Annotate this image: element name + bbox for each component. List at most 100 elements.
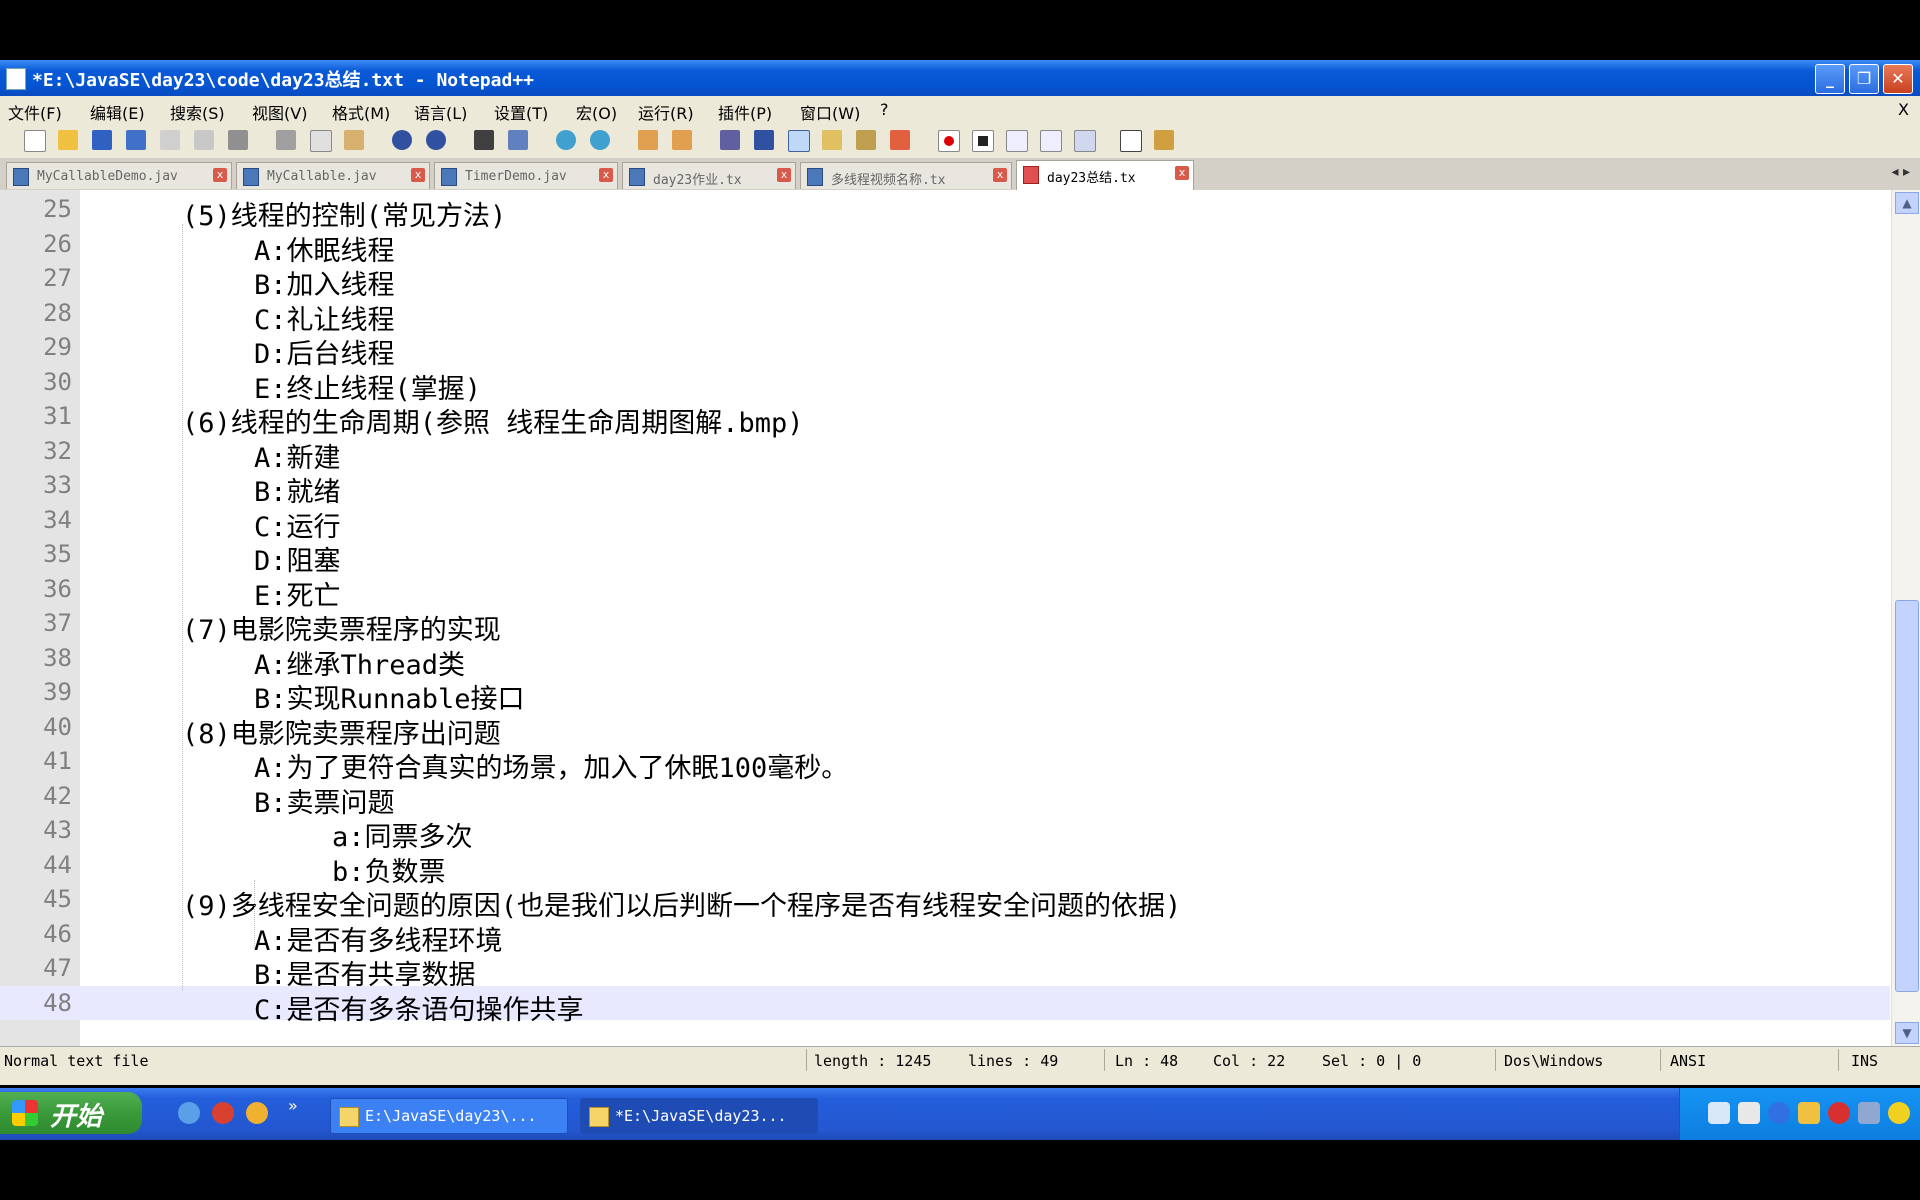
user-language-icon[interactable] — [822, 130, 842, 150]
stop-macro-icon[interactable] — [972, 130, 994, 152]
editor-line[interactable]: 32 A:新建 — [0, 434, 1890, 474]
menu-item-10[interactable]: 窗口(W) — [800, 100, 860, 124]
menu-item-6[interactable]: 设置(T) — [494, 100, 548, 124]
editor-line[interactable]: 48 C:是否有多条语句操作共享 — [0, 985, 1890, 1026]
doc-map-icon[interactable] — [856, 130, 876, 150]
menu-item-2[interactable]: 搜索(S) — [170, 100, 225, 124]
taskbar-task-0[interactable]: E:\JavaSE\day23\... — [330, 1098, 568, 1134]
tray-back-icon[interactable] — [1768, 1102, 1790, 1124]
editor-line[interactable]: 43 a:同票多次 — [0, 813, 1890, 853]
tab-close-icon[interactable]: x — [411, 168, 425, 182]
tray-recorder-icon[interactable] — [1828, 1102, 1850, 1124]
menu-item-8[interactable]: 运行(R) — [638, 100, 694, 124]
tab-1[interactable]: MyCallable.jav x — [236, 162, 430, 189]
copy-icon[interactable] — [310, 130, 332, 152]
close-all-icon[interactable] — [194, 130, 214, 150]
tray-messenger-icon[interactable] — [1798, 1102, 1820, 1124]
record-macro-icon[interactable] — [938, 130, 960, 152]
menu-item-5[interactable]: 语言(L) — [414, 100, 467, 124]
editor-line[interactable]: 45 (9)多线程安全问题的原因(也是我们以后判断一个程序是否有线程安全问题的依据… — [0, 882, 1890, 922]
messenger-icon[interactable] — [246, 1102, 268, 1124]
tab-close-icon[interactable]: x — [777, 168, 791, 182]
editor-line[interactable]: 41 A:为了更符合真实的场景，加入了休眠100毫秒。 — [0, 744, 1890, 784]
title-bar[interactable]: *E:\JavaSE\day23\code\day23总结.txt - Note… — [0, 60, 1920, 96]
save-all-icon[interactable] — [126, 130, 146, 150]
minimize-button[interactable]: _ — [1815, 64, 1845, 94]
tray-network-icon[interactable] — [1708, 1102, 1730, 1124]
tray-safely-remove-icon[interactable] — [1858, 1102, 1880, 1124]
tab-scroll-arrows[interactable]: ◂ ▸ — [1891, 164, 1910, 180]
indent-guide-icon[interactable] — [788, 130, 810, 152]
start-button[interactable]: 开始 — [0, 1092, 142, 1134]
open-file-icon[interactable] — [58, 130, 78, 150]
editor-line[interactable]: 36 E:死亡 — [0, 572, 1890, 612]
function-list-icon[interactable] — [890, 130, 910, 150]
editor-line[interactable]: 40 (8)电影院卖票程序出问题 — [0, 710, 1890, 750]
menu-item-1[interactable]: 编辑(E) — [90, 100, 145, 124]
zoom-in-icon[interactable] — [556, 130, 576, 150]
replace-icon[interactable] — [508, 130, 528, 150]
ie-icon[interactable] — [178, 1102, 200, 1124]
editor-line[interactable]: 34 C:运行 — [0, 503, 1890, 543]
editor-line[interactable]: 35 D:阻塞 — [0, 537, 1890, 577]
tab-5[interactable]: day23总结.tx x — [1016, 160, 1194, 190]
tab-4[interactable]: 多线程视频名称.tx x — [800, 162, 1012, 189]
editor-line[interactable]: 29 D:后台线程 — [0, 330, 1890, 370]
menu-item-3[interactable]: 视图(V) — [252, 100, 307, 124]
find-icon[interactable] — [474, 130, 494, 150]
scrollbar-thumb[interactable] — [1895, 600, 1919, 992]
editor-line[interactable]: 44 b:负数票 — [0, 848, 1890, 888]
tray-volume-icon[interactable] — [1738, 1102, 1760, 1124]
cut-icon[interactable] — [276, 130, 296, 150]
editor-line[interactable]: 28 C:礼让线程 — [0, 296, 1890, 336]
sync-vertical-icon[interactable] — [638, 130, 658, 150]
editor-line[interactable]: 47 B:是否有共享数据 — [0, 951, 1890, 991]
close-file-icon[interactable] — [160, 130, 180, 150]
word-wrap-icon[interactable] — [720, 130, 740, 150]
run-macro-multiple-icon[interactable] — [1040, 130, 1062, 152]
editor-line[interactable]: 26 A:休眠线程 — [0, 227, 1890, 267]
zoom-out-icon[interactable] — [590, 130, 610, 150]
tab-3[interactable]: day23作业.tx x — [622, 162, 796, 189]
editor-line[interactable]: 31 (6)线程的生命周期(参照 线程生命周期图解.bmp) — [0, 399, 1890, 439]
editor-line[interactable]: 25 (5)线程的控制(常见方法) — [0, 192, 1890, 232]
menu-item-7[interactable]: 宏(O) — [576, 100, 617, 124]
editor-line[interactable]: 27 B:加入线程 — [0, 261, 1890, 301]
plugin-icon[interactable] — [1154, 130, 1174, 150]
tray-security-icon[interactable] — [1888, 1102, 1910, 1124]
menu-item-4[interactable]: 格式(M) — [332, 100, 390, 124]
save-macro-icon[interactable] — [1074, 130, 1096, 152]
editor-area[interactable]: 25 (5)线程的控制(常见方法) 26 A:休眠线程 27 B:加入线程 28 C:礼让线程… — [0, 190, 1920, 1046]
save-icon[interactable] — [92, 130, 112, 150]
paste-icon[interactable] — [344, 130, 364, 150]
editor-line[interactable]: 33 B:就绪 — [0, 468, 1890, 508]
editor-line[interactable]: 42 B:卖票问题 — [0, 779, 1890, 819]
editor-line[interactable]: 38 A:继承Thread类 — [0, 641, 1890, 681]
sync-horizontal-icon[interactable] — [672, 130, 692, 150]
print-icon[interactable] — [228, 130, 248, 150]
editor-line[interactable]: 39 B:实现Runnable接口 — [0, 675, 1890, 715]
tab-close-icon[interactable]: x — [599, 168, 613, 182]
menu-item-11[interactable]: ? — [880, 100, 889, 119]
editor-line[interactable]: 30 E:终止线程(掌握) — [0, 365, 1890, 405]
taskbar-task-1[interactable]: *E:\JavaSE\day23... — [580, 1098, 818, 1134]
show-all-chars-icon[interactable] — [754, 130, 774, 150]
close-document-button[interactable]: X — [1898, 100, 1909, 119]
undo-icon[interactable] — [392, 130, 412, 150]
quicklaunch-more-icon[interactable]: » — [288, 1096, 298, 1115]
redo-icon[interactable] — [426, 130, 446, 150]
tab-2[interactable]: TimerDemo.jav x — [434, 162, 618, 189]
new-file-icon[interactable] — [24, 130, 46, 152]
vertical-scrollbar[interactable]: ▲ ▼ — [1891, 190, 1920, 1046]
editor-line[interactable]: 46 A:是否有多线程环境 — [0, 917, 1890, 957]
spellcheck-icon[interactable] — [1120, 130, 1142, 152]
menu-item-0[interactable]: 文件(F) — [8, 100, 62, 124]
play-macro-icon[interactable] — [1006, 130, 1028, 152]
menu-item-9[interactable]: 插件(P) — [718, 100, 772, 124]
scroll-down-arrow-icon[interactable]: ▼ — [1895, 1022, 1919, 1044]
scroll-up-arrow-icon[interactable]: ▲ — [1895, 192, 1919, 214]
tab-close-icon[interactable]: x — [213, 168, 227, 182]
editor-line[interactable]: 37 (7)电影院卖票程序的实现 — [0, 606, 1890, 646]
tab-0[interactable]: MyCallableDemo.jav x — [6, 162, 232, 189]
maximize-button[interactable]: ❐ — [1849, 64, 1879, 94]
